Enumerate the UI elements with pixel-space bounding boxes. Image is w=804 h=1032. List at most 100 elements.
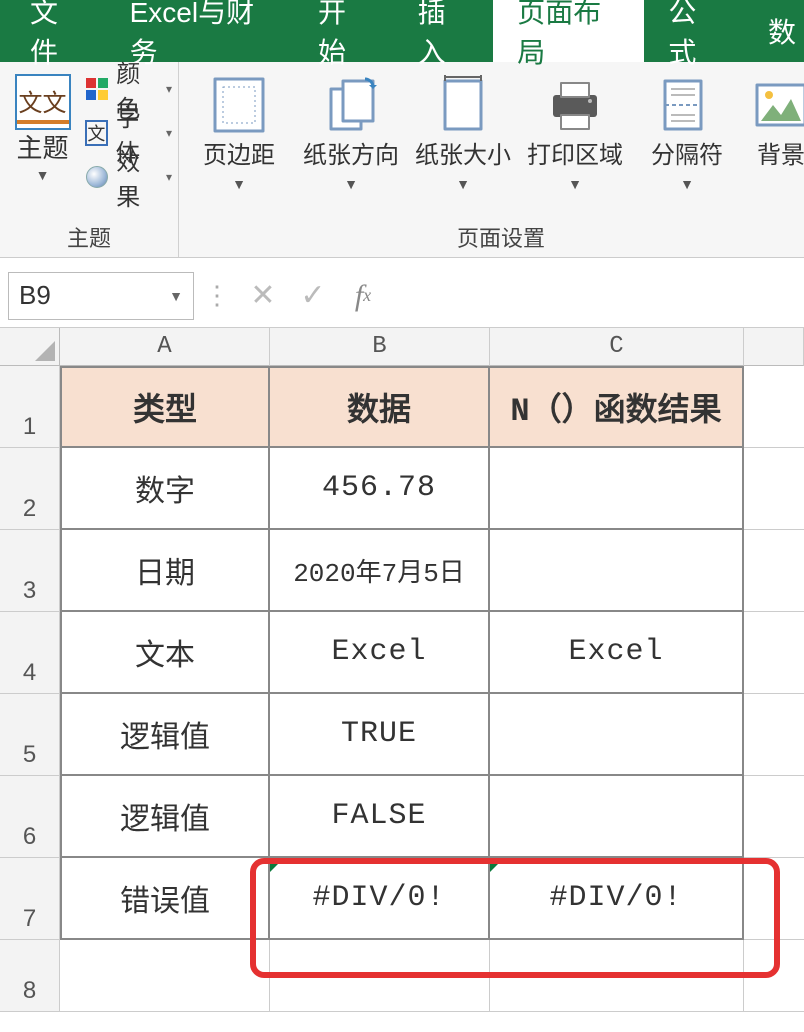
col-header-B[interactable]: B [270, 328, 490, 366]
print-area-icon [545, 74, 605, 136]
cell-A3[interactable]: 日期 [60, 530, 270, 612]
cell-D6[interactable] [744, 776, 804, 858]
cell-A4[interactable]: 文本 [60, 612, 270, 694]
print-area-label: 打印区域 [527, 144, 623, 168]
cell-A8[interactable] [60, 940, 270, 1012]
size-label: 纸张大小 [415, 144, 511, 168]
table-row [60, 940, 804, 1012]
cell-B5[interactable]: TRUE [270, 694, 490, 776]
cell-B1[interactable]: 数据 [270, 366, 490, 448]
themes-icon[interactable]: 文文 [15, 74, 71, 130]
row-header-1[interactable]: 1 [0, 366, 60, 448]
effects-button[interactable]: 效果 ▾ [85, 160, 172, 194]
row-header-4[interactable]: 4 [0, 612, 60, 694]
chevron-down-icon[interactable]: ▼ [169, 288, 183, 304]
ribbon-tabs: 文件 Excel与财务 开始 插入 页面布局 公式 数 [0, 0, 804, 62]
print-area-button[interactable]: 打印区域 ▼ [527, 74, 623, 192]
cell-D5[interactable] [744, 694, 804, 776]
cell-C3[interactable] [490, 530, 744, 612]
cell-D7[interactable] [744, 858, 804, 940]
chevron-down-icon: ▼ [680, 176, 694, 192]
chevron-down-icon: ▼ [568, 176, 582, 192]
margins-button[interactable]: 页边距 ▼ [191, 74, 287, 192]
table-row: 逻辑值 TRUE [60, 694, 804, 776]
page-size-icon [433, 74, 493, 136]
col-header-A[interactable]: A [60, 328, 270, 366]
page-break-icon [657, 74, 717, 136]
cell-C5[interactable] [490, 694, 744, 776]
orientation-button[interactable]: 纸张方向 ▼ [303, 74, 399, 192]
cell-D2[interactable] [744, 448, 804, 530]
margins-icon [209, 74, 269, 136]
cell-C1[interactable]: N（）函数结果 [490, 366, 744, 448]
breaks-button[interactable]: 分隔符 ▼ [639, 74, 735, 192]
table-row: 日期 2020年7月5日 [60, 530, 804, 612]
size-button[interactable]: 纸张大小 ▼ [415, 74, 511, 192]
table-row: 文本 Excel Excel [60, 612, 804, 694]
row-header-8[interactable]: 8 [0, 940, 60, 1012]
ribbon-group-themes: 文文 主题 ▼ 颜色 ▾ 文 字体 ▾ 效果 ▾ [0, 62, 179, 257]
col-header-C[interactable]: C [490, 328, 744, 366]
spreadsheet-grid: 1 2 3 4 5 6 7 8 A B C 类型 数据 N（）函数结果 数字 4… [0, 328, 804, 1012]
cell-D1[interactable] [744, 366, 804, 448]
row-header-2[interactable]: 2 [0, 448, 60, 530]
row-header-6[interactable]: 6 [0, 776, 60, 858]
cell-D3[interactable] [744, 530, 804, 612]
cell-A2[interactable]: 数字 [60, 448, 270, 530]
cell-C2[interactable] [490, 448, 744, 530]
cell-D8[interactable] [744, 940, 804, 1012]
row-header-7[interactable]: 7 [0, 858, 60, 940]
tab-file[interactable]: 文件 [6, 0, 106, 62]
background-button[interactable]: 背景 [751, 74, 804, 168]
row-header-5[interactable]: 5 [0, 694, 60, 776]
tab-partial[interactable]: 数 [744, 0, 804, 62]
cell-A1[interactable]: 类型 [60, 366, 270, 448]
fonts-icon: 文 [85, 120, 108, 146]
fx-icon[interactable]: fx [343, 276, 383, 316]
cell-B7[interactable]: #DIV/0! [270, 858, 490, 940]
chevron-down-icon[interactable]: ▼ [36, 167, 50, 183]
name-box-value: B9 [19, 280, 51, 311]
ribbon-group-page-setup: 页边距 ▼ 纸张方向 ▼ 纸张大小 ▼ [179, 62, 804, 257]
cancel-icon[interactable]: ✕ [243, 276, 283, 316]
cell-D4[interactable] [744, 612, 804, 694]
ribbon: 文文 主题 ▼ 颜色 ▾ 文 字体 ▾ 效果 ▾ [0, 62, 804, 258]
cell-C6[interactable] [490, 776, 744, 858]
chevron-down-icon: ▾ [166, 126, 172, 140]
table-row: 错误值 #DIV/0! #DIV/0! [60, 858, 804, 940]
row-headers: 1 2 3 4 5 6 7 8 [0, 328, 60, 1012]
cell-A5[interactable]: 逻辑值 [60, 694, 270, 776]
themes-button-label[interactable]: 主题 [17, 134, 69, 163]
col-header-next[interactable] [744, 328, 804, 366]
margins-label: 页边距 [203, 144, 275, 168]
background-icon [751, 74, 804, 136]
formula-bar: B9 ▼ ⋮ ✕ ✓ fx [0, 264, 804, 328]
cell-A7[interactable]: 错误值 [60, 858, 270, 940]
enter-icon[interactable]: ✓ [293, 276, 333, 316]
themes-group-label: 主题 [6, 215, 172, 253]
tab-addin[interactable]: Excel与财务 [106, 0, 294, 62]
cell-B2[interactable]: 456.78 [270, 448, 490, 530]
effects-label: 效果 [116, 142, 156, 212]
cell-B3[interactable]: 2020年7月5日 [270, 530, 490, 612]
tab-insert[interactable]: 插入 [394, 0, 494, 62]
tab-formulas[interactable]: 公式 [644, 0, 744, 62]
chevron-down-icon: ▾ [166, 82, 172, 96]
cell-C4[interactable]: Excel [490, 612, 744, 694]
chevron-down-icon: ▼ [344, 176, 358, 192]
chevron-down-icon: ▼ [456, 176, 470, 192]
cell-B8[interactable] [270, 940, 490, 1012]
select-all-corner[interactable] [0, 328, 60, 366]
cell-A6[interactable]: 逻辑值 [60, 776, 270, 858]
formula-input[interactable] [393, 276, 796, 316]
row-header-3[interactable]: 3 [0, 530, 60, 612]
cell-C8[interactable] [490, 940, 744, 1012]
table-row: 逻辑值 FALSE [60, 776, 804, 858]
tab-pagelayout[interactable]: 页面布局 [493, 0, 644, 62]
cell-C7[interactable]: #DIV/0! [490, 858, 744, 940]
cell-B6[interactable]: FALSE [270, 776, 490, 858]
chevron-down-icon: ▼ [232, 176, 246, 192]
tab-home[interactable]: 开始 [294, 0, 394, 62]
name-box[interactable]: B9 ▼ [8, 272, 194, 320]
cell-B4[interactable]: Excel [270, 612, 490, 694]
